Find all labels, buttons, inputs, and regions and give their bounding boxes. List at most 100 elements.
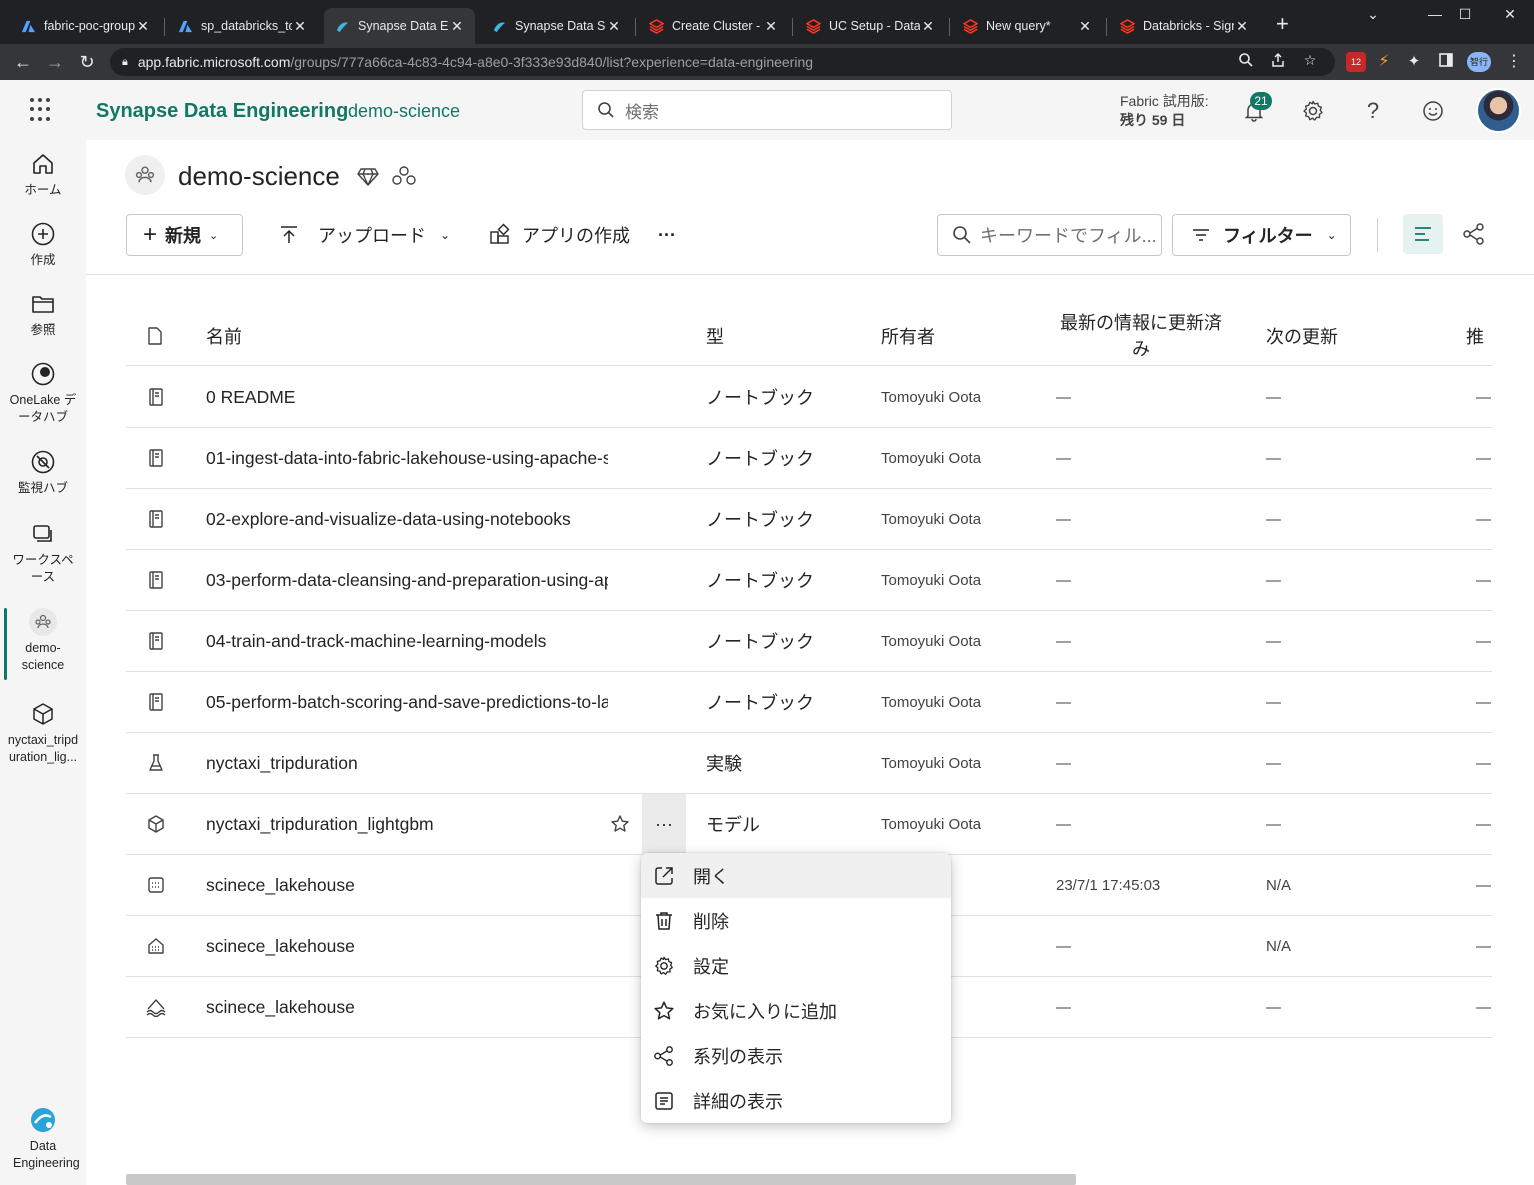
file-type-column-icon[interactable] (146, 306, 164, 366)
chevron-down-icon[interactable]: ⌄ (1358, 6, 1388, 23)
nav-experience-switcher[interactable]: Data Engineering (0, 1106, 86, 1172)
extension-icon[interactable]: 12 (1346, 52, 1366, 72)
extensions-puzzle-icon[interactable]: ✦ (1404, 52, 1424, 72)
app-launcher-icon[interactable] (30, 98, 54, 122)
new-item-button[interactable]: + 新規 ⌄ (126, 214, 243, 256)
menu-item-favorite[interactable]: お気に入りに追加 (641, 988, 951, 1033)
column-header-refreshed[interactable]: 最新の情報に更新済み (1056, 306, 1226, 366)
browser-tab[interactable]: fabric-poc-group ✕ (10, 8, 161, 44)
reload-icon[interactable]: ↻ (74, 50, 100, 74)
help-icon[interactable]: ? (1359, 97, 1387, 125)
menu-item-lineage[interactable]: 系列の表示 (641, 1033, 951, 1078)
item-name[interactable]: scinece_lakehouse (206, 855, 608, 915)
lineage-view-toggle[interactable] (1458, 214, 1490, 254)
nav-workspaces[interactable]: ワークスペース (0, 520, 86, 586)
item-name[interactable]: 01-ingest-data-into-fabric-lakehouse-usi… (206, 428, 608, 488)
nav-demo-science[interactable]: demo-science (0, 608, 86, 680)
user-avatar[interactable] (1476, 88, 1521, 133)
column-header-endorsement[interactable]: 推 (1466, 306, 1484, 366)
back-arrow-icon[interactable]: ← (10, 50, 36, 74)
close-icon[interactable]: ✕ (763, 18, 779, 35)
table-row[interactable]: 03-perform-data-cleansing-and-preparatio… (126, 550, 1492, 611)
nav-recent-model[interactable]: nyctaxi_tripduration_lig... (0, 700, 86, 766)
browser-tab[interactable]: UC Setup - Datab ✕ (795, 8, 946, 44)
horizontal-scrollbar[interactable] (126, 1174, 1076, 1185)
app-name[interactable]: Synapse Data Engineering (96, 100, 348, 123)
settings-gear-icon[interactable] (1299, 97, 1327, 125)
close-icon[interactable]: ✕ (135, 18, 151, 35)
nav-home[interactable]: ホーム (0, 150, 86, 199)
table-row[interactable]: 01-ingest-data-into-fabric-lakehouse-usi… (126, 428, 1492, 489)
nav-browse[interactable]: 参照 (0, 290, 86, 339)
profile-chip[interactable]: 智行 (1467, 52, 1491, 72)
item-name[interactable]: 04-train-and-track-machine-learning-mode… (206, 611, 608, 671)
list-view-toggle[interactable] (1403, 214, 1443, 254)
column-header-type[interactable]: 型 (706, 306, 724, 366)
close-icon[interactable]: ✕ (1234, 18, 1250, 35)
keyword-filter-input[interactable]: キーワードでフィル... (937, 214, 1162, 256)
column-header-owner[interactable]: 所有者 (881, 306, 935, 366)
table-row[interactable]: nyctaxi_tripduration 実験 Tomoyuki Oota — — — (126, 733, 1492, 794)
item-name[interactable]: scinece_lakehouse (206, 977, 608, 1037)
column-header-next-refresh[interactable]: 次の更新 (1266, 306, 1338, 366)
global-search-input[interactable]: 検索 (582, 90, 952, 130)
table-row[interactable]: 0 README ノートブック Tomoyuki Oota — — — (126, 367, 1492, 428)
item-name[interactable]: nyctaxi_tripduration_lightgbm (206, 794, 608, 854)
create-app-button[interactable]: アプリの作成 (488, 214, 630, 256)
address-bar[interactable]: 🔒︎ app.fabric.microsoft.com/groups/777a6… (110, 48, 1335, 76)
menu-item-delete[interactable]: 削除 (641, 898, 951, 943)
close-window-icon[interactable]: ✕ (1495, 6, 1525, 23)
item-name[interactable]: scinece_lakehouse (206, 916, 608, 976)
trial-status[interactable]: Fabric 試用版: 残り 59 日 (1120, 92, 1209, 130)
menu-item-open[interactable]: 開く (641, 853, 951, 898)
close-icon[interactable]: ✕ (449, 18, 465, 35)
item-name[interactable]: 0 README (206, 367, 608, 427)
browser-tab[interactable]: sp_databricks_to_✕ (167, 8, 318, 44)
menu-item-details[interactable]: 詳細の表示 (641, 1078, 951, 1123)
more-options-button[interactable]: ··· (642, 794, 686, 854)
item-name[interactable]: nyctaxi_tripduration (206, 733, 608, 793)
table-row[interactable]: 04-train-and-track-machine-learning-mode… (126, 611, 1492, 672)
forward-arrow-icon[interactable]: → (42, 50, 68, 74)
item-name[interactable]: 03-perform-data-cleansing-and-preparatio… (206, 550, 608, 610)
table-row[interactable]: nyctaxi_tripduration_lightgbm ··· モデル Tomoy… (126, 794, 1492, 855)
workspaces-icon (29, 520, 57, 548)
header-workspace-name[interactable]: demo-science (348, 101, 460, 122)
close-icon[interactable]: ✕ (292, 18, 308, 35)
close-icon[interactable]: ✕ (1077, 18, 1093, 35)
nav-onelake[interactable]: OneLake データハブ (0, 360, 86, 426)
item-name[interactable]: 05-perform-batch-scoring-and-save-predic… (206, 672, 608, 732)
sidepanel-icon[interactable] (1436, 52, 1456, 72)
close-icon[interactable]: ✕ (920, 18, 936, 35)
share-icon[interactable] (1268, 52, 1288, 71)
more-commands-button[interactable]: ··· (658, 214, 676, 256)
browser-tab[interactable]: Synapse Data Scie✕ (481, 8, 632, 44)
browser-menu-icon[interactable]: ⋮ (1504, 52, 1524, 72)
open-icon (653, 865, 675, 887)
item-owner: Tomoyuki Oota (881, 754, 982, 772)
nav-monitor[interactable]: 監視ハブ (0, 448, 86, 497)
table-row[interactable]: 02-explore-and-visualize-data-using-note… (126, 489, 1492, 550)
zoom-icon[interactable] (1236, 52, 1256, 71)
browser-tab[interactable]: Databricks - Sign ✕ (1109, 8, 1260, 44)
tab-separator (164, 18, 165, 36)
browser-tab[interactable]: Synapse Data Eng✕ (324, 8, 475, 44)
menu-item-settings[interactable]: 設定 (641, 943, 951, 988)
favorite-star-icon[interactable] (608, 794, 632, 854)
feedback-smiley-icon[interactable] (1419, 97, 1447, 125)
item-owner: Tomoyuki Oota (881, 693, 982, 711)
item-name[interactable]: 02-explore-and-visualize-data-using-note… (206, 489, 608, 549)
new-tab-button[interactable]: + (1276, 13, 1289, 35)
filter-button[interactable]: フィルター ⌄ (1172, 214, 1351, 256)
nav-create[interactable]: 作成 (0, 220, 86, 269)
bookmark-star-icon[interactable]: ☆ (1300, 52, 1320, 69)
table-row[interactable]: 05-perform-batch-scoring-and-save-predic… (126, 672, 1492, 733)
maximize-icon[interactable]: ☐ (1450, 6, 1480, 23)
extension-lightning-icon[interactable]: ⚡︎ (1374, 52, 1394, 72)
minimize-icon[interactable]: — (1420, 6, 1450, 22)
column-header-name[interactable]: 名前 (206, 306, 242, 366)
browser-tab[interactable]: Create Cluster - D ✕ (638, 8, 789, 44)
browser-tab[interactable]: New query* ✕ (952, 8, 1103, 44)
close-icon[interactable]: ✕ (606, 18, 622, 35)
upload-button[interactable]: アップロード ⌄ (278, 214, 450, 256)
